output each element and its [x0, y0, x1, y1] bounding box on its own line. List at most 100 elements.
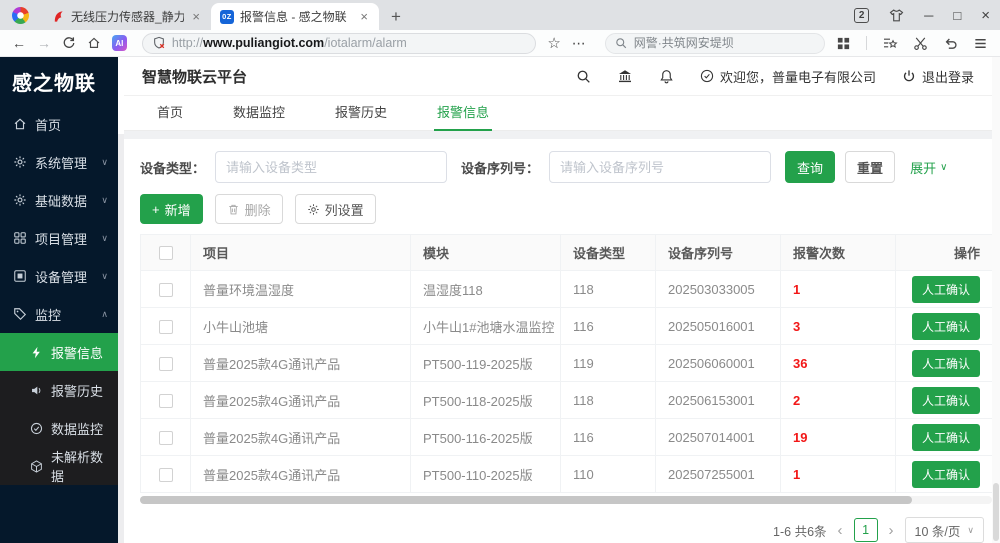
sidebar-item-basedata[interactable]: 基础数据 ∨ — [0, 181, 118, 219]
row-checkbox[interactable] — [159, 283, 173, 297]
cell-alarm-count: 3 — [781, 308, 896, 345]
device-type-input[interactable] — [215, 151, 447, 183]
alarm-info-panel: 设备类型： 设备序列号： 查询 重置 展开∨ +新增 删除 列设置 — [124, 139, 992, 543]
minimize-button[interactable]: ─ — [924, 9, 933, 22]
manual-confirm-button[interactable]: 人工确认 — [912, 387, 980, 414]
search-icon[interactable] — [576, 69, 591, 84]
alarm-table: 项目 模块 设备类型 设备序列号 报警次数 操作 普量环境温湿度 温湿度118 — [140, 234, 992, 504]
reset-button[interactable]: 重置 — [845, 151, 895, 183]
reload-icon[interactable] — [62, 36, 76, 50]
new-tab-button[interactable]: + — [391, 8, 401, 25]
horizontal-scrollbar[interactable] — [140, 496, 992, 504]
monitoring-submenu: 报警信息 报警历史 数据监控 未解析数据 — [0, 333, 118, 485]
grid-icon — [13, 231, 27, 245]
row-checkbox[interactable] — [159, 431, 173, 445]
cell-alarm-count: 1 — [781, 456, 896, 493]
undo-history-icon[interactable] — [943, 36, 958, 51]
shield-check-icon — [30, 422, 43, 435]
sidebar-item-monitoring[interactable]: 监控 ∧ — [0, 295, 118, 333]
row-checkbox[interactable] — [159, 357, 173, 371]
select-all-checkbox[interactable] — [159, 246, 173, 260]
sidebar-item-projects[interactable]: 项目管理 ∨ — [0, 219, 118, 257]
prev-page-button[interactable]: ‹ — [838, 523, 843, 538]
maximize-button[interactable]: □ — [953, 9, 961, 22]
sidebar-item-data-monitor[interactable]: 数据监控 — [0, 409, 118, 447]
tab-home[interactable]: 首页 — [154, 94, 186, 131]
home-icon[interactable] — [87, 36, 101, 50]
organization-icon[interactable] — [617, 68, 633, 84]
tab-close-icon[interactable]: × — [358, 9, 370, 24]
security-shield-warning-icon[interactable] — [152, 36, 166, 50]
apps-grid-icon[interactable] — [836, 36, 851, 51]
page-number-button[interactable]: 1 — [854, 518, 878, 542]
forward-button[interactable]: → — [37, 36, 51, 50]
manual-confirm-button[interactable]: 人工确认 — [912, 461, 980, 488]
sidebar-item-unparsed-data[interactable]: 未解析数据 — [0, 447, 118, 485]
manual-confirm-button[interactable]: 人工确认 — [912, 313, 980, 340]
address-bar[interactable]: http://www.puliangiot.com/iotalarm/alarm — [142, 33, 536, 54]
action-row: +新增 删除 列设置 — [140, 194, 992, 224]
account-menu[interactable]: 欢迎您，普量电子有限公司 — [700, 67, 876, 86]
delete-button[interactable]: 删除 — [215, 194, 283, 224]
close-window-button[interactable]: × — [981, 8, 990, 23]
row-checkbox[interactable] — [159, 394, 173, 408]
tab-count-badge[interactable]: 2 — [854, 8, 869, 23]
cell-device-type: 119 — [561, 345, 656, 382]
column-settings-button[interactable]: 列设置 — [295, 194, 376, 224]
ai-assistant-button[interactable]: AI — [112, 35, 127, 51]
cell-device-type: 110 — [561, 456, 656, 493]
bookmark-star-icon[interactable]: ☆ — [547, 36, 560, 51]
theme-shirt-icon[interactable] — [889, 8, 904, 23]
sidebar-item-alarm-info[interactable]: 报警信息 — [0, 333, 118, 371]
query-button[interactable]: 查询 — [785, 151, 835, 183]
browser-titlebar: 无线压力传感器_静力水准仪_ × 0Z 报警信息 - 感之物联 × + 2 ─ … — [0, 0, 1000, 30]
gear-icon — [307, 203, 320, 216]
cell-module: PT500-118-2025版 — [411, 382, 561, 419]
add-button[interactable]: +新增 — [140, 194, 203, 224]
serial-input[interactable] — [549, 151, 771, 183]
browser-tab-inactive[interactable]: 无线压力传感器_静力水准仪_ × — [43, 3, 211, 30]
page-size-select[interactable]: 10 条/页∨ — [905, 517, 984, 543]
sidebar-item-devices[interactable]: 设备管理 ∨ — [0, 257, 118, 295]
quick-search-box[interactable] — [605, 33, 825, 54]
tab-title: 无线压力传感器_静力水准仪_ — [71, 8, 184, 25]
more-options-icon[interactable]: ⋯ — [572, 36, 586, 50]
tab-alarm-info[interactable]: 报警信息 — [434, 94, 492, 131]
manual-confirm-button[interactable]: 人工确认 — [912, 350, 980, 377]
chevron-down-icon: ∨ — [101, 271, 108, 282]
window-controls: 2 ─ □ × — [854, 0, 990, 30]
sidebar-item-system[interactable]: 系统管理 ∨ — [0, 143, 118, 181]
sidebar-item-alarm-history[interactable]: 报警历史 — [0, 371, 118, 409]
cell-device-type: 118 — [561, 271, 656, 308]
manual-confirm-button[interactable]: 人工确认 — [912, 276, 980, 303]
vertical-scrollbar-thumb[interactable] — [993, 483, 999, 541]
row-checkbox[interactable] — [159, 320, 173, 334]
col-actions: 操作 — [896, 235, 993, 271]
logout-button[interactable]: 退出登录 — [902, 67, 974, 86]
expand-link[interactable]: 展开∨ — [910, 158, 947, 177]
back-button[interactable]: ← — [12, 36, 26, 50]
table-row: 小牛山池塘 小牛山1#池塘水温监控 116 202505016001 3 人工确… — [141, 308, 993, 345]
favorites-list-icon[interactable] — [882, 35, 898, 51]
app-logo: 感之物联 — [0, 57, 118, 105]
cell-alarm-count: 1 — [781, 271, 896, 308]
tab-close-icon[interactable]: × — [190, 9, 202, 24]
menu-icon[interactable] — [973, 36, 988, 51]
tag-icon — [13, 307, 27, 321]
next-page-button[interactable]: › — [889, 523, 894, 538]
sidebar-item-home[interactable]: 首页 — [0, 105, 118, 143]
search-input[interactable] — [634, 36, 815, 50]
manual-confirm-button[interactable]: 人工确认 — [912, 424, 980, 451]
cell-device-type: 116 — [561, 308, 656, 345]
tab-data-monitor[interactable]: 数据监控 — [230, 94, 288, 131]
vertical-scrollbar[interactable] — [992, 57, 1000, 543]
table-row: 普量2025款4G通讯产品 PT500-110-2025版 110 202507… — [141, 456, 993, 493]
browser-logo-icon[interactable] — [12, 7, 29, 24]
pagination: 1-6 共6条 ‹ 1 › 10 条/页∨ — [140, 517, 992, 543]
tab-alarm-history[interactable]: 报警历史 — [332, 94, 390, 131]
bell-icon[interactable] — [659, 69, 674, 84]
browser-tab-active[interactable]: 0Z 报警信息 - 感之物联 × — [211, 3, 379, 30]
screenshot-scissors-icon[interactable] — [913, 36, 928, 51]
horizontal-scrollbar-thumb[interactable] — [140, 496, 912, 504]
row-checkbox[interactable] — [159, 468, 173, 482]
